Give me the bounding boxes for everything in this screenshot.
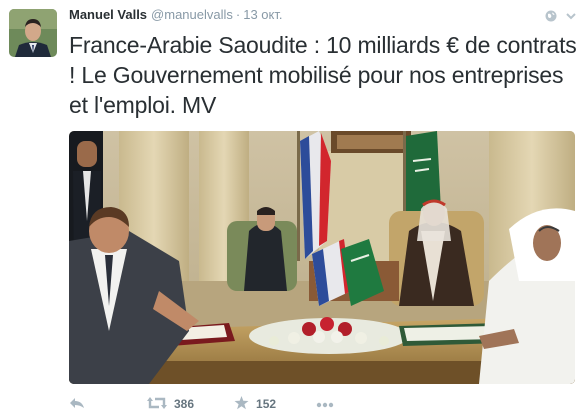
tweet-photo[interactable] [69, 131, 575, 384]
tweet-actions: 386 152 [69, 393, 334, 415]
tweet-text: France-Arabie Saoudite : 10 milliards € … [69, 32, 577, 118]
favorite-button[interactable]: 152 [234, 395, 277, 413]
retweet-count: 386 [174, 397, 195, 411]
more-button[interactable] [316, 397, 334, 411]
timestamp[interactable]: 13 окт. [243, 7, 282, 22]
reply-arrow-icon [69, 396, 85, 413]
signing-ceremony-photo [69, 131, 575, 384]
author-handle[interactable]: @manuelvalls [151, 7, 233, 22]
reply-button[interactable] [69, 396, 85, 413]
globe-icon[interactable] [545, 8, 557, 28]
header-icons [545, 8, 577, 28]
avatar[interactable] [9, 9, 57, 57]
avatar-portrait [9, 9, 57, 57]
more-dots-icon [316, 397, 334, 411]
chevron-down-icon[interactable] [565, 8, 577, 28]
separator-dot: · [235, 7, 241, 22]
retweet-button[interactable]: 386 [147, 396, 194, 413]
tweet-header: Manuel Valls @manuelvalls · 13 окт. [69, 5, 577, 25]
star-icon [234, 395, 249, 413]
favorite-count: 152 [256, 397, 277, 411]
retweet-icon [147, 396, 167, 413]
author-name[interactable]: Manuel Valls [69, 7, 147, 22]
